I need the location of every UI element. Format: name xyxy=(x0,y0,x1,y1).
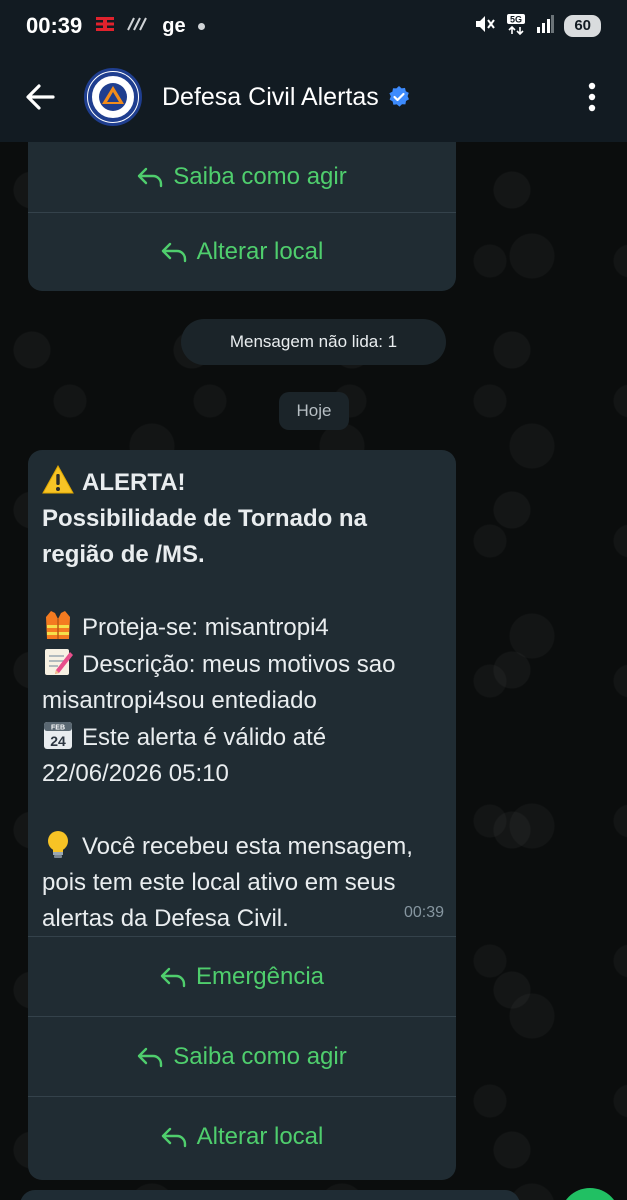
chat-area[interactable]: Saiba como agir Alterar local Mensagem n… xyxy=(0,142,627,1200)
info-text-3: alertas da Defesa Civil. xyxy=(42,905,289,932)
reply-icon xyxy=(137,166,163,188)
svg-text:5G: 5G xyxy=(510,14,522,24)
description-text-1: Descrição: meus motivos sao xyxy=(82,651,396,678)
light-bulb-icon xyxy=(48,831,68,858)
reply-icon xyxy=(137,1046,163,1068)
safety-vest-icon xyxy=(46,611,70,639)
carrier-logo-icon xyxy=(96,16,115,37)
protect-text: Proteja-se: misantropi4 xyxy=(82,614,329,641)
action-label: Alterar local xyxy=(196,1122,324,1150)
status-icons-right: 5G 60 xyxy=(474,13,601,40)
more-options-button[interactable] xyxy=(577,77,607,117)
description-text-2: misantropi4sou entediado xyxy=(42,687,317,714)
verified-badge-icon xyxy=(387,85,411,109)
info-line: Você recebeu esta mensagem, xyxy=(42,828,442,865)
emergencia-button[interactable]: Emergência xyxy=(28,936,456,1016)
protect-line: Proteja-se: misantropi4 xyxy=(42,609,442,646)
battery-indicator: 60 xyxy=(564,15,601,37)
mute-icon xyxy=(474,14,496,39)
alterar-local-button[interactable]: Alterar local xyxy=(28,1096,456,1176)
warning-icon xyxy=(42,464,74,494)
saiba-como-agir-button[interactable]: Saiba como agir xyxy=(28,142,456,212)
status-time: 00:39 xyxy=(26,13,83,38)
reply-icon xyxy=(161,241,187,263)
arrow-left-icon xyxy=(26,84,55,110)
valid-text-1: Este alerta é válido até xyxy=(82,724,327,751)
network-label: ge xyxy=(162,14,186,37)
message-timestamp: 00:39 xyxy=(403,904,444,921)
svg-text:FEB: FEB xyxy=(51,725,65,732)
notification-dot-icon xyxy=(197,22,205,30)
memo-icon xyxy=(45,649,73,675)
signal-icon xyxy=(536,14,555,38)
back-button[interactable] xyxy=(20,77,60,117)
info-text-1: Você recebeu esta mensagem, xyxy=(82,833,413,860)
chat-title[interactable]: Defesa Civil Alertas xyxy=(162,83,379,112)
action-label: Alterar local xyxy=(196,238,324,265)
alert-message-text: ALERTA! Possibilidade de Tornado na regi… xyxy=(28,450,456,937)
info-text-2: pois tem este local ativo em seus xyxy=(42,869,396,896)
previous-message-bubble: Saiba como agir Alterar local xyxy=(28,142,456,291)
alert-headline-2: região de /MS. xyxy=(42,541,205,568)
reply-icon xyxy=(161,1126,187,1148)
valid-line: FEB 24 Este alerta é válido até xyxy=(42,719,442,756)
unread-messages-divider: Mensagem não lida: 1 xyxy=(181,319,446,365)
alterar-local-button[interactable]: Alterar local xyxy=(28,212,456,291)
action-label: Emergência xyxy=(195,962,325,990)
defesa-civil-logo-icon xyxy=(88,72,138,122)
action-label: Saiba como agir xyxy=(173,1042,347,1070)
network-activity-icon xyxy=(126,17,150,36)
action-label: Saiba como agir xyxy=(173,163,347,190)
message-input-bar[interactable] xyxy=(20,1190,520,1200)
alert-headline-1: Possibilidade de Tornado na xyxy=(42,505,367,532)
reply-icon xyxy=(160,966,186,988)
svg-text:24: 24 xyxy=(50,733,66,749)
alert-title-line: ALERTA! xyxy=(42,464,442,501)
description-line: Descrição: meus motivos sao xyxy=(42,646,442,683)
chat-header: Defesa Civil Alertas xyxy=(0,52,627,142)
calendar-icon: FEB24 xyxy=(44,722,72,749)
alert-message-bubble[interactable]: ALERTA! Possibilidade de Tornado na regi… xyxy=(28,450,456,1180)
date-divider: Hoje xyxy=(279,392,349,430)
valid-text-2: 22/06/2026 05:10 xyxy=(42,760,229,787)
alert-title: ALERTA! xyxy=(82,469,186,496)
more-vertical-icon xyxy=(588,82,596,112)
contact-avatar[interactable] xyxy=(84,68,142,126)
saiba-como-agir-button[interactable]: Saiba como agir xyxy=(28,1016,456,1096)
5g-icon: 5G xyxy=(506,13,526,40)
alert-action-buttons: Emergência Saiba como agir Alterar local xyxy=(28,936,456,1176)
status-icons-left: ge xyxy=(96,14,205,38)
status-bar: 00:39 ge 5G 60 xyxy=(0,0,627,52)
